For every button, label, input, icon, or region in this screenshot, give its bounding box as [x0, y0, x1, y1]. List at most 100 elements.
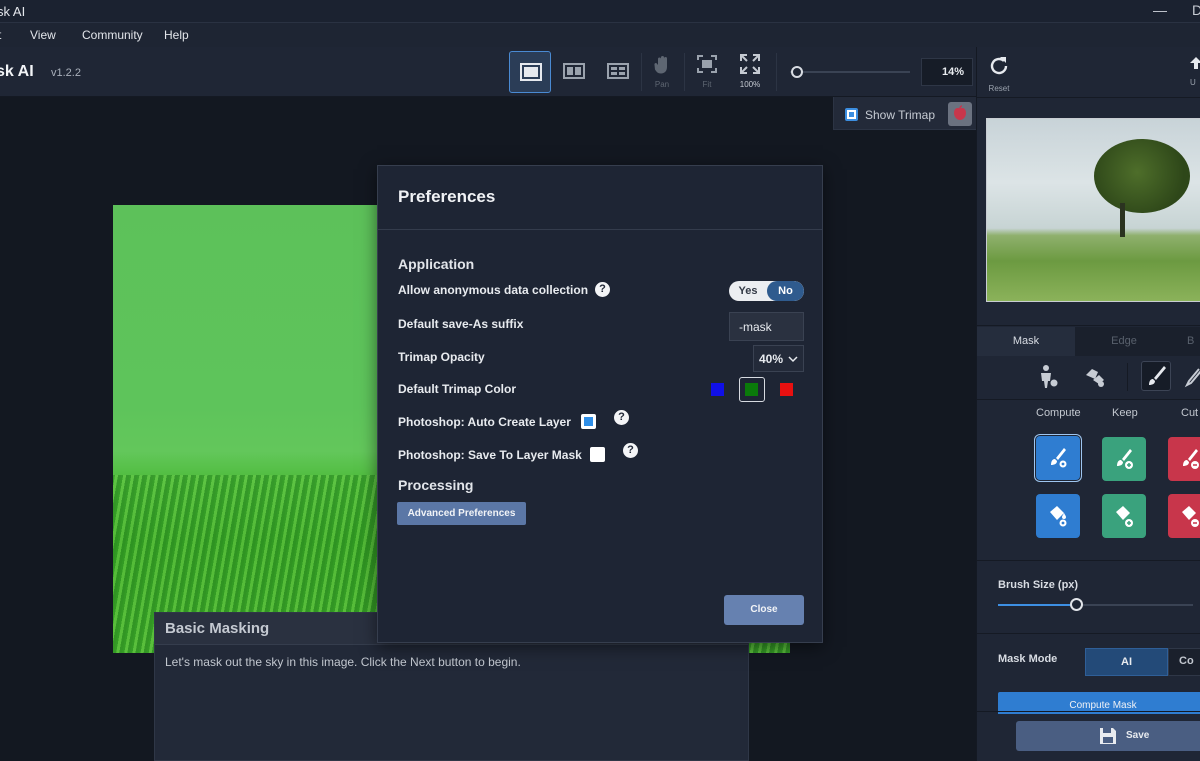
pen-icon [1184, 368, 1200, 388]
brush-size-fill [998, 604, 1076, 606]
view-split-button[interactable] [553, 51, 595, 93]
title-bar: sk AI — D [0, 0, 1200, 23]
mask-mode-label: Mask Mode [998, 653, 1058, 665]
zoom-slider-handle[interactable] [791, 66, 803, 78]
app-window: sk AI — D t View Community Help sk AI v1… [0, 0, 1200, 761]
auto-create-layer-label: Photoshop: Auto Create Layer [398, 415, 571, 429]
trimap-color-blue[interactable] [711, 383, 724, 396]
fit-icon [697, 55, 717, 73]
compare-view-icon [607, 63, 629, 79]
toggle-yes[interactable]: Yes [729, 281, 767, 301]
panel-divider [977, 711, 1200, 712]
save-suffix-input[interactable]: -mask [729, 312, 804, 341]
tool-divider [1127, 363, 1128, 391]
brush-gear-icon [1051, 448, 1067, 468]
right-panel: Reset U Mask Edge B Compute Keep Cut Bru… [976, 47, 1200, 761]
panel-divider [977, 633, 1200, 634]
compute-fill-button[interactable] [1036, 494, 1080, 538]
tutorial-title: Basic Masking [165, 620, 270, 637]
auto-create-layer-checkbox[interactable] [581, 414, 596, 429]
trimap-bar: Show Trimap [833, 97, 976, 130]
mask-mode-ai-button[interactable]: AI [1085, 648, 1168, 676]
help-icon[interactable]: ? [595, 282, 610, 297]
keep-brush-button[interactable] [1102, 437, 1146, 481]
fit-tool-button[interactable]: Fit [689, 53, 725, 93]
save-button[interactable]: Save [1016, 721, 1200, 751]
trimap-color-label: Default Trimap Color [398, 382, 517, 396]
objects-gear-icon [1086, 369, 1104, 387]
tab-mask[interactable]: Mask [977, 327, 1075, 356]
split-view-icon [563, 63, 585, 79]
help-icon[interactable]: ? [614, 410, 629, 425]
brush-tool-button[interactable] [1141, 361, 1171, 391]
full-size-label: 100% [739, 80, 761, 89]
tree-trunk [1120, 203, 1125, 237]
tab-edge[interactable]: Edge [1075, 327, 1173, 356]
dialog-title: Preferences [398, 187, 496, 206]
trimap-opacity-label: Trimap Opacity [398, 350, 485, 364]
view-compare-button[interactable] [597, 51, 639, 93]
panel-divider [977, 97, 1200, 98]
menu-help[interactable]: Help [164, 28, 189, 42]
save-suffix-label: Default save-As suffix [398, 317, 524, 331]
apple-icon [954, 105, 966, 120]
help-icon[interactable]: ? [623, 443, 638, 458]
data-collection-toggle[interactable]: Yes No [729, 281, 804, 301]
cut-fill-button[interactable] [1168, 494, 1200, 538]
cut-brush-button[interactable] [1168, 437, 1200, 481]
compute-brush-button[interactable] [1036, 436, 1080, 480]
show-trimap-checkbox[interactable] [845, 108, 858, 121]
bucket-plus-icon [1116, 506, 1133, 527]
tree-crown [1094, 139, 1190, 213]
panel-divider [977, 560, 1200, 561]
menu-edit[interactable]: t [0, 28, 1, 42]
app-version: v1.2.2 [51, 67, 81, 79]
pan-label: Pan [654, 80, 670, 89]
fit-label: Fit [702, 80, 712, 89]
zoom-slider-track[interactable] [790, 71, 910, 73]
maximize-button[interactable]: D [1192, 2, 1200, 18]
panel-tabs: Mask Edge B [977, 327, 1200, 356]
eraser-tool-button[interactable] [1183, 363, 1200, 391]
menu-community[interactable]: Community [82, 28, 143, 42]
zoom-100-button[interactable]: 100% [732, 53, 768, 93]
trimap-color-red[interactable] [780, 383, 793, 396]
green-swatch [745, 383, 758, 396]
dialog-divider [378, 229, 822, 230]
person-mode-button[interactable] [1035, 363, 1063, 391]
tab-b[interactable]: B [1173, 327, 1200, 356]
menu-bar: t View Community Help [0, 23, 1200, 47]
brush-plus-icon [1117, 449, 1133, 469]
toggle-no[interactable]: No [767, 281, 804, 301]
save-layer-mask-label: Photoshop: Save To Layer Mask [398, 448, 582, 462]
trimap-color-button[interactable] [948, 102, 972, 126]
pan-tool-button[interactable]: Pan [644, 53, 680, 93]
save-label: Save [1126, 730, 1150, 741]
data-collection-label: Allow anonymous data collection [398, 283, 589, 297]
trimap-opacity-select[interactable]: 40% [753, 345, 804, 372]
opacity-value: 40% [759, 352, 784, 366]
advanced-preferences-button[interactable]: Advanced Preferences [397, 502, 526, 525]
view-single-button[interactable] [509, 51, 551, 93]
undo-button[interactable]: U [1190, 55, 1200, 87]
tutorial-text: Let's mask out the sky in this image. Cl… [165, 655, 521, 669]
bucket-gear-icon [1050, 506, 1067, 527]
menu-view[interactable]: View [30, 28, 56, 42]
reset-icon [990, 57, 1008, 75]
toolbar-divider [684, 53, 685, 91]
reset-button[interactable]: Reset [985, 54, 1013, 93]
hand-icon [654, 56, 667, 74]
brush-size-handle[interactable] [1070, 598, 1083, 611]
save-layer-mask-checkbox[interactable] [590, 447, 605, 462]
trimap-color-green-selected[interactable] [739, 377, 765, 402]
zoom-level-field[interactable]: 14% [921, 58, 973, 86]
single-view-icon [520, 63, 542, 81]
mask-mode-color-button[interactable]: Co [1168, 648, 1200, 676]
window-title: sk AI [0, 4, 26, 19]
close-button[interactable]: Close [724, 595, 804, 625]
bucket-minus-icon [1182, 506, 1199, 527]
keep-fill-button[interactable] [1102, 494, 1146, 538]
preview-thumbnail[interactable] [986, 118, 1200, 302]
object-mode-button[interactable] [1081, 363, 1109, 391]
minimize-button[interactable]: — [1153, 2, 1167, 18]
